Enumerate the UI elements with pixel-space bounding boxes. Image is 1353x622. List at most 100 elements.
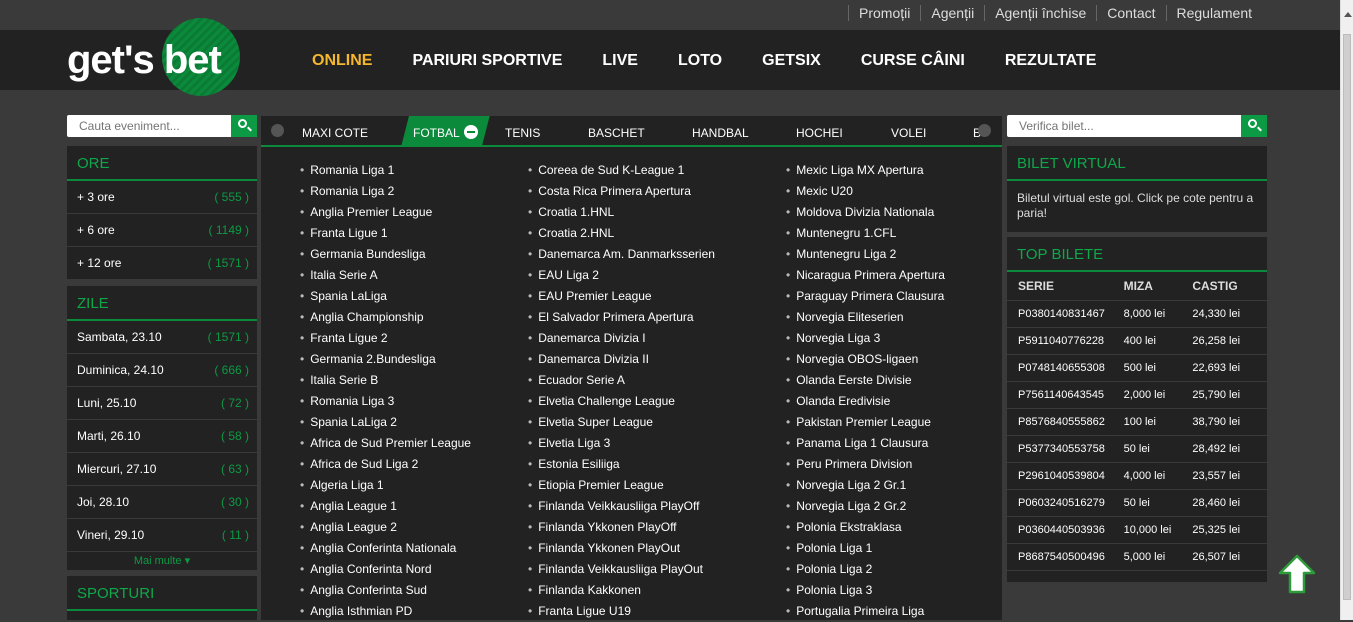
top-ticket-row[interactable]: P5911040776228 400 lei 26,258 lei <box>1007 328 1267 355</box>
league-link[interactable]: Croatia 2.HNL <box>528 223 715 244</box>
league-link[interactable]: Peru Primera Division <box>786 454 945 475</box>
top-ticket-row[interactable]: P2961040539804 4,000 lei 23,557 lei <box>1007 463 1267 490</box>
toplink-agentii-inchise[interactable]: Agenții închise <box>984 5 1096 21</box>
league-link[interactable]: Norvegia Liga 2 Gr.1 <box>786 475 945 496</box>
ticket-search-input[interactable] <box>1007 115 1267 137</box>
top-ticket-row[interactable]: P0748140655308 500 lei 22,693 lei <box>1007 355 1267 382</box>
league-link[interactable]: Franta Ligue U19 <box>528 601 715 622</box>
top-ticket-row[interactable]: P8576840555862 100 lei 38,790 lei <box>1007 409 1267 436</box>
ore-item[interactable]: + 3 ore( 555 ) <box>67 181 257 214</box>
league-link[interactable]: Italia Serie A <box>300 265 471 286</box>
league-link[interactable]: Danemarca Am. Danmarksserien <box>528 244 715 265</box>
league-link[interactable]: Romania Liga 3 <box>300 391 471 412</box>
tab-maxi-cote[interactable]: MAXI COTE <box>302 116 368 147</box>
more-days-link[interactable]: Mai multe ▾ <box>67 552 257 570</box>
league-link[interactable]: Finlanda Veikkausliiga PlayOff <box>528 496 715 517</box>
league-link[interactable]: Elvetia Super League <box>528 412 715 433</box>
league-link[interactable]: Finlanda Ykkonen PlayOff <box>528 517 715 538</box>
league-link[interactable]: Franta Ligue 1 <box>300 223 471 244</box>
scroll-thumb[interactable] <box>1343 34 1351 600</box>
league-link[interactable]: Anglia League 2 <box>300 517 471 538</box>
league-link[interactable]: Muntenegru Liga 2 <box>786 244 945 265</box>
league-link[interactable]: Spania LaLiga <box>300 286 471 307</box>
zile-item[interactable]: Joi, 28.10( 30 ) <box>67 486 257 519</box>
top-ticket-row[interactable]: P0380140831467 8,000 lei 24,330 lei <box>1007 301 1267 328</box>
league-link[interactable]: Ecuador Serie A <box>528 370 715 391</box>
nav-curse-caini[interactable]: CURSE CÂINI <box>861 52 965 70</box>
ore-item[interactable]: + 6 ore( 1149 ) <box>67 214 257 247</box>
zile-item[interactable]: Duminica, 24.10( 666 ) <box>67 354 257 387</box>
league-link[interactable]: Coreea de Sud K-League 1 <box>528 160 715 181</box>
league-link[interactable]: Romania Liga 2 <box>300 181 471 202</box>
league-link[interactable]: EAU Liga 2 <box>528 265 715 286</box>
zile-item[interactable]: Vineri, 29.10( 11 ) <box>67 519 257 552</box>
logo[interactable]: get's bet <box>67 18 247 96</box>
league-link[interactable]: Anglia Premier League <box>300 202 471 223</box>
league-link[interactable]: Finlanda Kakkonen <box>528 580 715 601</box>
league-link[interactable]: Algeria Liga 1 <box>300 475 471 496</box>
league-link[interactable]: Paraguay Primera Clausura <box>786 286 945 307</box>
league-link[interactable]: Anglia Isthmian PD <box>300 601 471 622</box>
tab-fotbal[interactable]: FOTBAL <box>401 116 490 147</box>
league-link[interactable]: Panama Liga 1 Clausura <box>786 433 945 454</box>
league-link[interactable]: Finlanda Ykkonen PlayOut <box>528 538 715 559</box>
tab-handbal[interactable]: HANDBAL <box>692 116 749 147</box>
top-ticket-row[interactable]: P0603240516279 50 lei 28,460 lei <box>1007 490 1267 517</box>
tabs-next-icon[interactable] <box>978 124 991 137</box>
tabs-prev-icon[interactable] <box>271 124 284 137</box>
nav-pariuri-sportive[interactable]: PARIURI SPORTIVE <box>412 52 562 70</box>
league-link[interactable]: Romania Liga 1 <box>300 160 471 181</box>
league-link[interactable]: Costa Rica Primera Apertura <box>528 181 715 202</box>
league-link[interactable]: Spania LaLiga 2 <box>300 412 471 433</box>
ticket-search-button[interactable] <box>1241 115 1267 137</box>
event-search-input[interactable] <box>67 115 257 137</box>
toplink-promotii[interactable]: Promoții <box>848 5 920 21</box>
league-link[interactable]: Olanda Eredivisie <box>786 391 945 412</box>
nav-live[interactable]: LIVE <box>602 52 638 70</box>
scroll-up-icon[interactable] <box>1344 12 1352 17</box>
league-link[interactable]: Mexic Liga MX Apertura <box>786 160 945 181</box>
league-link[interactable]: Norvegia Eliteserien <box>786 307 945 328</box>
league-link[interactable]: Danemarca Divizia II <box>528 349 715 370</box>
zile-item[interactable]: Luni, 25.10( 72 ) <box>67 387 257 420</box>
toplink-regulament[interactable]: Regulament <box>1165 5 1263 21</box>
league-link[interactable]: Anglia Conferinta Sud <box>300 580 471 601</box>
league-link[interactable]: Mexic U20 <box>786 181 945 202</box>
league-link[interactable]: Italia Serie B <box>300 370 471 391</box>
league-link[interactable]: Norvegia Liga 3 <box>786 328 945 349</box>
top-ticket-row[interactable]: P8687540500496 5,000 lei 26,507 lei <box>1007 544 1267 571</box>
tab-volei[interactable]: VOLEI <box>891 116 926 147</box>
league-link[interactable]: Moldova Divizia Nationala <box>786 202 945 223</box>
league-link[interactable]: Estonia Esiliiga <box>528 454 715 475</box>
nav-rezultate[interactable]: REZULTATE <box>1005 52 1097 70</box>
league-link[interactable]: EAU Premier League <box>528 286 715 307</box>
league-link[interactable]: Etiopia Premier League <box>528 475 715 496</box>
league-link[interactable]: Olanda Eerste Divisie <box>786 370 945 391</box>
league-link[interactable]: Germania 2.Bundesliga <box>300 349 471 370</box>
league-link[interactable]: Portugalia Primeira Liga <box>786 601 945 622</box>
league-link[interactable]: Polonia Liga 1 <box>786 538 945 559</box>
tab-tenis[interactable]: TENIS <box>505 116 540 147</box>
league-link[interactable]: Germania Bundesliga <box>300 244 471 265</box>
league-link[interactable]: Anglia Championship <box>300 307 471 328</box>
event-search-button[interactable] <box>231 115 257 137</box>
tab-hochei[interactable]: HOCHEI <box>796 116 843 147</box>
page-scrollbar[interactable] <box>1340 0 1353 620</box>
league-link[interactable]: Pakistan Premier League <box>786 412 945 433</box>
collapse-minus-icon[interactable] <box>464 125 478 139</box>
league-link[interactable]: El Salvador Primera Apertura <box>528 307 715 328</box>
tab-baschet[interactable]: BASCHET <box>588 116 645 147</box>
ore-item[interactable]: + 12 ore( 1571 ) <box>67 247 257 280</box>
league-link[interactable]: Norvegia OBOS-ligaen <box>786 349 945 370</box>
league-link[interactable]: Africa de Sud Liga 2 <box>300 454 471 475</box>
league-link[interactable]: Anglia Conferinta Nord <box>300 559 471 580</box>
league-link[interactable]: Africa de Sud Premier League <box>300 433 471 454</box>
zile-item[interactable]: Marti, 26.10( 58 ) <box>67 420 257 453</box>
league-link[interactable]: Norvegia Liga 2 Gr.2 <box>786 496 945 517</box>
league-link[interactable]: Polonia Liga 3 <box>786 580 945 601</box>
toplink-contact[interactable]: Contact <box>1096 5 1165 21</box>
top-ticket-row[interactable]: P7561140643545 2,000 lei 25,790 lei <box>1007 382 1267 409</box>
zile-item[interactable]: Sambata, 23.10( 1571 ) <box>67 321 257 354</box>
league-link[interactable]: Nicaragua Primera Apertura <box>786 265 945 286</box>
league-link[interactable]: Polonia Ekstraklasa <box>786 517 945 538</box>
